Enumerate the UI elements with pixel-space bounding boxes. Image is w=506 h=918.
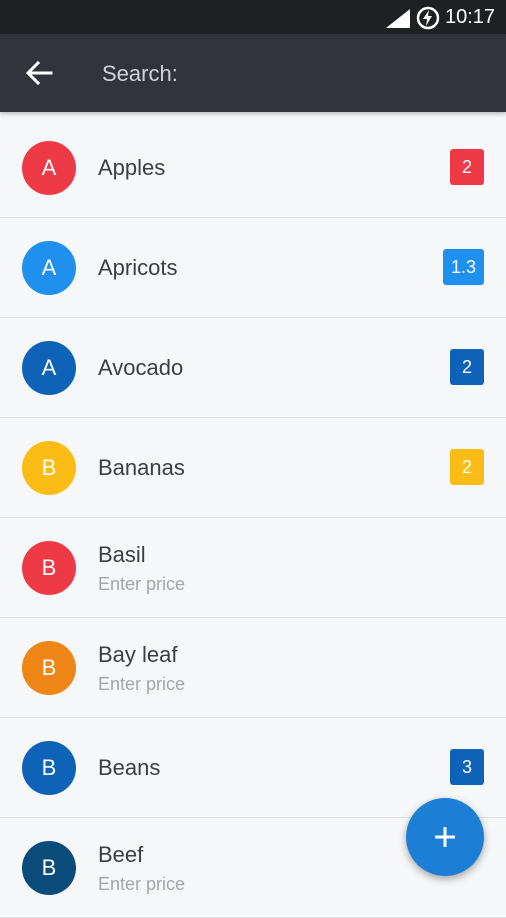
item-name: Apples: [98, 155, 166, 180]
search-input[interactable]: [100, 58, 484, 90]
price-hint: Enter price: [98, 874, 186, 894]
item-name: Bay leaf: [98, 642, 178, 667]
price-hint: Enter price: [98, 674, 186, 694]
price-hint: Enter price: [98, 574, 186, 594]
avatar: A: [22, 241, 76, 295]
signal-icon: [386, 9, 410, 28]
item-name: Apricots: [98, 255, 178, 280]
add-button[interactable]: [406, 798, 484, 876]
avatar: B: [22, 741, 76, 795]
list-item[interactable]: A Apricots 1.3: [0, 218, 506, 318]
list-item[interactable]: A Avocado 2: [0, 318, 506, 418]
quantity-badge: 2: [450, 449, 484, 485]
item-name: Avocado: [98, 355, 184, 380]
product-list: A Apples 2 A Apricots 1.3 A Avocado 2 B Bananas 2 B B…: [0, 118, 506, 918]
app-bar: [0, 34, 506, 112]
quantity-badge: 3: [450, 749, 484, 785]
list-item[interactable]: B Bay leaf Enter price: [0, 618, 506, 718]
list-item[interactable]: B Basil Enter price: [0, 518, 506, 618]
status-bar: 10:17: [0, 0, 506, 34]
avatar: B: [22, 441, 76, 495]
avatar: A: [22, 341, 76, 395]
avatar: B: [22, 541, 76, 595]
quantity-badge: 2: [450, 149, 484, 185]
item-name: Beef: [98, 842, 144, 867]
plus-icon: [435, 827, 455, 847]
item-name: Bananas: [98, 455, 185, 480]
battery-charging-icon: [416, 6, 440, 30]
status-time: 10:17: [445, 6, 496, 28]
avatar: A: [22, 141, 76, 195]
avatar: B: [22, 841, 76, 895]
item-name: Beans: [98, 755, 161, 780]
item-name: Basil: [98, 542, 146, 567]
quantity-badge: 1.3: [442, 249, 484, 285]
list-item[interactable]: B Bananas 2: [0, 418, 506, 518]
quantity-badge: 2: [450, 349, 484, 385]
list-item[interactable]: A Apples 2: [0, 118, 506, 218]
arrow-left-icon[interactable]: [24, 59, 54, 87]
avatar: B: [22, 641, 76, 695]
